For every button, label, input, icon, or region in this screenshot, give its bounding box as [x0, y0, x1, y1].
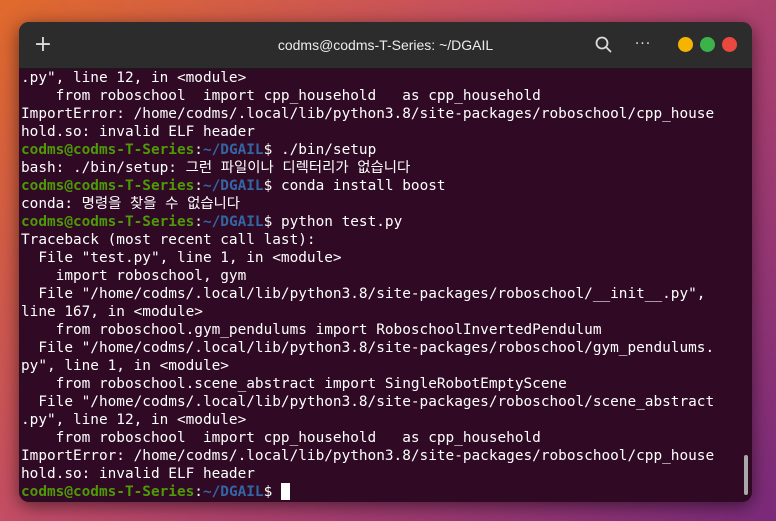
search-icon[interactable] [593, 34, 615, 56]
terminal-output[interactable]: .py", line 12, in <module> from roboscho… [19, 69, 752, 502]
prompt-separator: : [194, 484, 203, 500]
prompt-path: ~/DGAIL [202, 484, 264, 500]
terminal-window: + codms@codms-T-Series: ~/DGAIL ··· .py"… [19, 22, 752, 502]
output-line: File "test.py", line 1, in <module> [21, 250, 342, 266]
prompt-separator: : [194, 178, 203, 194]
output-line: .py", line 12, in <module> [21, 70, 247, 86]
output-line: line 167, in <module> [21, 304, 203, 320]
output-line: File "/home/codms/.local/lib/python3.8/s… [21, 394, 715, 410]
prompt-user: codms@codms-T-Series [21, 142, 195, 158]
output-line: bash: ./bin/setup: 그런 파일이나 디렉터리가 없습니다 [21, 160, 411, 176]
output-line: hold.so: invalid ELF header [21, 124, 255, 140]
output-line: from roboschool.scene_abstract import Si… [21, 376, 567, 392]
text-cursor [280, 483, 290, 500]
close-button[interactable] [722, 37, 737, 52]
output-line: from roboschool import cpp_household as … [21, 88, 541, 104]
ellipsis-icon[interactable]: ··· [630, 32, 656, 58]
prompt-user: codms@codms-T-Series [21, 484, 195, 500]
output-line: from roboschool.gym_pendulums import Rob… [21, 322, 602, 338]
output-line: File "/home/codms/.local/lib/python3.8/s… [21, 286, 706, 302]
output-line: py", line 1, in <module> [21, 358, 229, 374]
output-line: hold.so: invalid ELF header [21, 466, 255, 482]
prompt-path: ~/DGAIL [202, 142, 264, 158]
prompt-path: ~/DGAIL [202, 178, 264, 194]
command-text: conda install boost [272, 178, 446, 194]
prompt-separator: : [194, 214, 203, 230]
prompt-line: codms@codms-T-Series:~/DGAIL$ python tes… [21, 213, 752, 231]
prompt-user: codms@codms-T-Series [21, 214, 195, 230]
titlebar: + codms@codms-T-Series: ~/DGAIL ··· [19, 22, 752, 69]
output-line: conda: 명령을 찾을 수 없습니다 [21, 196, 241, 212]
output-line: ImportError: /home/codms/.local/lib/pyth… [21, 448, 715, 464]
output-line: import roboschool, gym [21, 268, 247, 284]
prompt-path: ~/DGAIL [202, 214, 264, 230]
prompt-sigil: $ [263, 484, 273, 500]
prompt-line: codms@codms-T-Series:~/DGAIL$ [21, 483, 752, 501]
maximize-button[interactable] [700, 37, 715, 52]
command-text: python test.py [272, 214, 403, 230]
prompt-sigil: $ [263, 142, 273, 158]
prompt-user: codms@codms-T-Series [21, 178, 195, 194]
minimize-button[interactable] [678, 37, 693, 52]
prompt-sigil: $ [263, 178, 273, 194]
prompt-sigil: $ [263, 214, 273, 230]
output-line: .py", line 12, in <module> [21, 412, 247, 428]
command-text [272, 484, 281, 500]
output-line: ImportError: /home/codms/.local/lib/pyth… [21, 106, 715, 122]
prompt-line: codms@codms-T-Series:~/DGAIL$ ./bin/setu… [21, 141, 752, 159]
prompt-line: codms@codms-T-Series:~/DGAIL$ conda inst… [21, 177, 752, 195]
command-text: ./bin/setup [272, 142, 377, 158]
output-line: File "/home/codms/.local/lib/python3.8/s… [21, 340, 715, 356]
output-line: Traceback (most recent call last): [21, 232, 316, 248]
scrollbar[interactable] [744, 455, 748, 495]
output-line: from roboschool import cpp_household as … [21, 430, 541, 446]
prompt-separator: : [194, 142, 203, 158]
